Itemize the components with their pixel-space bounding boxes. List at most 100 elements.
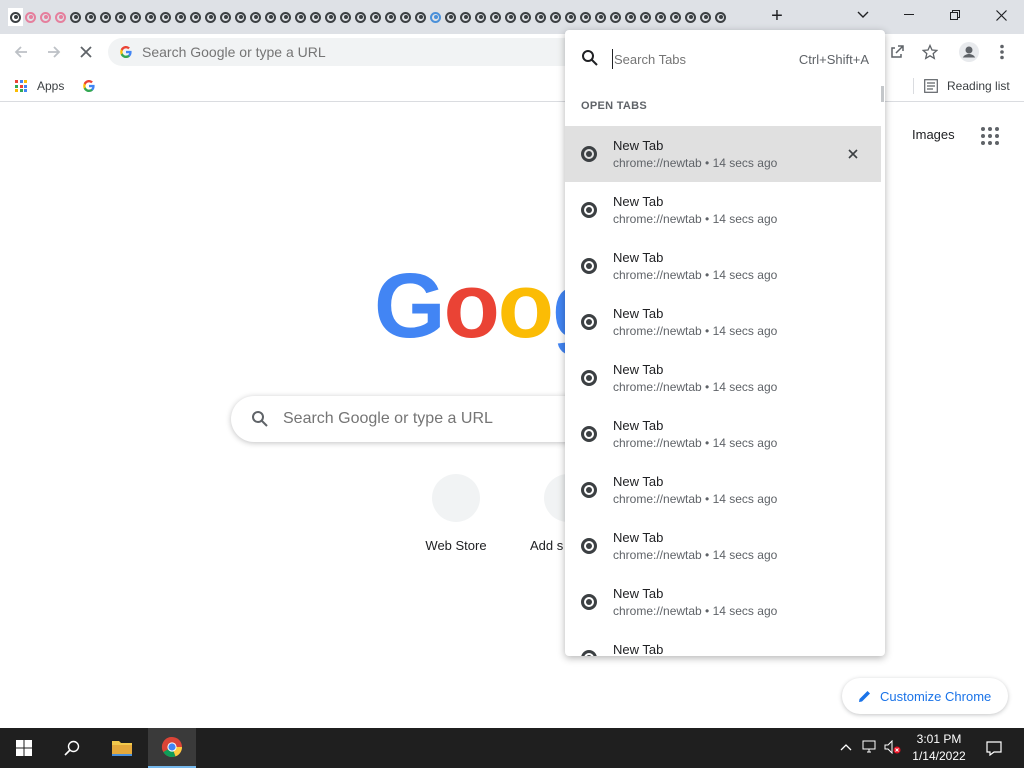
- tab-search-item[interactable]: New Tab chrome://newtab • 14 secs ago: [565, 182, 881, 238]
- minimize-button[interactable]: [886, 0, 932, 30]
- browser-tab[interactable]: [263, 8, 278, 26]
- browser-tab[interactable]: [68, 8, 83, 26]
- browser-tab[interactable]: [578, 8, 593, 26]
- browser-tab[interactable]: [308, 8, 323, 26]
- taskbar-search-button[interactable]: [48, 728, 96, 768]
- browser-tab[interactable]: [233, 8, 248, 26]
- tab-search-chevron-button[interactable]: [840, 0, 886, 30]
- tab-search-item[interactable]: New Tab chrome://newtab • 14 secs ago: [565, 350, 881, 406]
- browser-tab[interactable]: [638, 8, 653, 26]
- customize-chrome-button[interactable]: Customize Chrome: [842, 678, 1008, 714]
- tab-favicon-icon: [10, 11, 21, 23]
- browser-tab[interactable]: [608, 8, 623, 26]
- chrome-menu-button[interactable]: [989, 39, 1015, 65]
- new-tab-button[interactable]: +: [766, 5, 788, 27]
- close-window-button[interactable]: [978, 0, 1024, 30]
- tab-search-popup: Ctrl+Shift+A OPEN TABS New Tab chrome://n…: [565, 30, 885, 656]
- reading-list-button[interactable]: Reading list: [924, 77, 1010, 95]
- google-bookmark[interactable]: [82, 77, 96, 95]
- browser-tab[interactable]: [548, 8, 563, 26]
- browser-tab[interactable]: [188, 8, 203, 26]
- browser-tab[interactable]: [83, 8, 98, 26]
- browser-tab[interactable]: [368, 8, 383, 26]
- browser-tab[interactable]: [203, 8, 218, 26]
- browser-tab[interactable]: [53, 8, 68, 26]
- browser-tab[interactable]: [293, 8, 308, 26]
- address-input[interactable]: [142, 42, 562, 62]
- back-button[interactable]: [8, 39, 34, 65]
- scrollbar[interactable]: [881, 86, 884, 102]
- tab-search-item[interactable]: New Tab chrome://newtab • 14 secs ago: [565, 406, 881, 462]
- file-explorer-button[interactable]: [98, 728, 146, 768]
- browser-tab[interactable]: [128, 8, 143, 26]
- browser-tab[interactable]: [458, 8, 473, 26]
- tab-search-item[interactable]: New Tab chrome://newtab • 14 secs ago: [565, 238, 881, 294]
- tab-search-item[interactable]: New Tab chrome://newtab • 14 secs ago: [565, 518, 881, 574]
- tab-url-meta: chrome://newtab • 14 secs ago: [613, 324, 778, 338]
- forward-button[interactable]: [41, 39, 67, 65]
- taskbar-clock[interactable]: 3:01 PM 1/14/2022: [906, 731, 972, 765]
- browser-tab[interactable]: [158, 8, 173, 26]
- browser-tab[interactable]: [698, 8, 713, 26]
- notifications-button[interactable]: [970, 728, 1018, 768]
- tab-search-input[interactable]: [612, 49, 792, 69]
- chrome-favicon-icon: [581, 258, 597, 274]
- images-link[interactable]: Images: [912, 127, 955, 142]
- browser-tab[interactable]: [338, 8, 353, 26]
- tab-search-item[interactable]: New Tab chrome://newtab • 14 secs ago: [565, 126, 881, 182]
- start-button[interactable]: [0, 728, 48, 768]
- volume-muted-icon[interactable]: [884, 739, 902, 757]
- browser-tab[interactable]: [473, 8, 488, 26]
- browser-tab[interactable]: [98, 8, 113, 26]
- browser-tab[interactable]: [713, 8, 728, 26]
- browser-tab[interactable]: [488, 8, 503, 26]
- share-button[interactable]: [884, 39, 910, 65]
- browser-tab[interactable]: [383, 8, 398, 26]
- browser-tab[interactable]: [323, 8, 338, 26]
- close-tab-button[interactable]: [843, 144, 863, 164]
- browser-tab[interactable]: [653, 8, 668, 26]
- browser-tab[interactable]: [518, 8, 533, 26]
- browser-tab[interactable]: [143, 8, 158, 26]
- apps-bookmark[interactable]: Apps: [15, 77, 64, 95]
- browser-tab[interactable]: [398, 8, 413, 26]
- show-hidden-icons-button[interactable]: [840, 740, 852, 754]
- browser-tab[interactable]: [668, 8, 683, 26]
- restore-button[interactable]: [932, 0, 978, 30]
- address-bar[interactable]: [108, 38, 578, 66]
- browser-tab[interactable]: [563, 8, 578, 26]
- browser-tab[interactable]: [38, 8, 53, 26]
- browser-tab[interactable]: [278, 8, 293, 26]
- browser-tab[interactable]: [413, 8, 428, 26]
- tab-title: New Tab: [613, 138, 664, 153]
- logo-letter: o: [443, 255, 500, 357]
- shortcut-web-store[interactable]: Web Store: [400, 474, 512, 553]
- browser-tab[interactable]: [8, 8, 23, 26]
- browser-tab[interactable]: [218, 8, 233, 26]
- browser-tab[interactable]: [248, 8, 263, 26]
- browser-tab[interactable]: [443, 8, 458, 26]
- tab-search-item[interactable]: New Tab chrome://newtab • 14 secs ago: [565, 462, 881, 518]
- reading-list-icon: [924, 79, 938, 93]
- browser-tab[interactable]: [113, 8, 128, 26]
- tab-search-item[interactable]: New Tab: [565, 630, 881, 656]
- network-icon[interactable]: [862, 740, 878, 757]
- browser-tab[interactable]: [593, 8, 608, 26]
- bookmark-star-button[interactable]: [917, 39, 943, 65]
- browser-tab[interactable]: [533, 8, 548, 26]
- browser-tab[interactable]: [623, 8, 638, 26]
- browser-tab[interactable]: [23, 8, 38, 26]
- browser-tab[interactable]: [353, 8, 368, 26]
- stop-loading-button[interactable]: [73, 39, 99, 65]
- browser-tab[interactable]: [683, 8, 698, 26]
- profile-button[interactable]: [956, 39, 982, 65]
- apps-grid-icon: [15, 80, 27, 92]
- browser-tab[interactable]: [428, 8, 443, 26]
- tab-favicon-icon: [535, 11, 546, 23]
- chrome-taskbar-button[interactable]: [148, 728, 196, 768]
- tab-search-item[interactable]: New Tab chrome://newtab • 14 secs ago: [565, 294, 881, 350]
- google-apps-icon[interactable]: [981, 127, 999, 145]
- tab-search-item[interactable]: New Tab chrome://newtab • 14 secs ago: [565, 574, 881, 630]
- browser-tab[interactable]: [173, 8, 188, 26]
- browser-tab[interactable]: [503, 8, 518, 26]
